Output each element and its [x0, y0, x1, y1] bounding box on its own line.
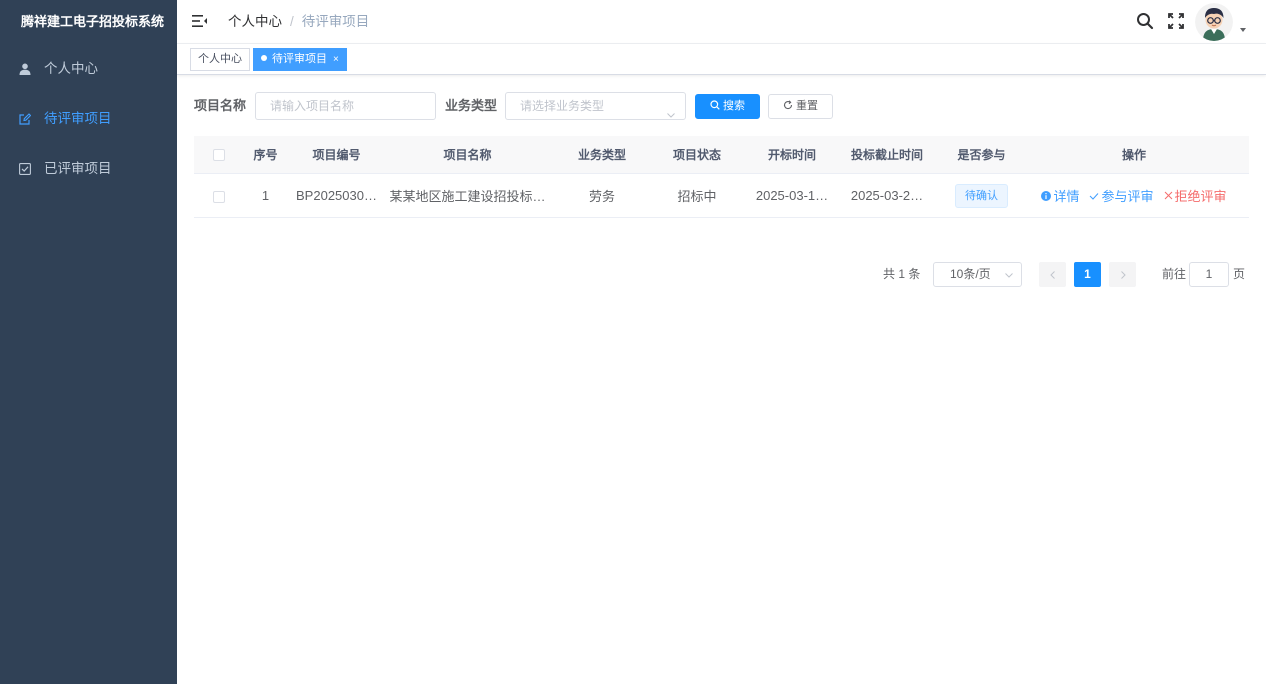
reject-review-link[interactable]: 拒绝评审 [1164, 186, 1227, 205]
info-icon [1041, 190, 1052, 201]
sidebar-item-label: 个人中心 [44, 61, 98, 76]
app-logo-title: 腾祥建工电子招投标系统 [21, 14, 165, 29]
chevron-left-icon [1049, 271, 1055, 279]
active-dot-icon [261, 55, 267, 61]
cell-participate: 待确认 [929, 183, 1034, 208]
detail-link[interactable]: 详情 [1041, 186, 1079, 205]
business-type-select[interactable]: 请选择业务类型 [505, 92, 686, 120]
join-review-label: 参与评审 [1101, 189, 1154, 204]
column-header: 项目状态 [672, 148, 721, 162]
column-header: 开标时间 [767, 148, 816, 162]
tags-view: 个人中心 待评审项目 × [177, 44, 1266, 75]
pagination-total: 共 1 条 [883, 267, 921, 281]
column-header: 投标截止时间 [850, 148, 923, 162]
select-all-checkbox[interactable] [213, 149, 225, 162]
table-row: 1 BP2025030… 某某地区施工建设招投标… 劳务 招标中 2025-03… [194, 174, 1249, 218]
cell-project-status: 招标中 [677, 189, 717, 204]
chevron-down-icon[interactable] [1240, 28, 1246, 32]
goto-label: 前往 [1162, 267, 1187, 281]
reject-review-label: 拒绝评审 [1174, 189, 1227, 204]
hamburger-icon[interactable] [192, 14, 208, 28]
page-size-value: 10条/页 [950, 267, 991, 281]
row-checkbox-cell [194, 188, 244, 203]
top-navbar: 个人中心 / 待评审项目 [177, 0, 1266, 44]
cell-deadline: 2025-03-2… [850, 188, 924, 203]
reset-button[interactable]: 重置 [768, 94, 833, 119]
column-header: 序号 [253, 148, 278, 162]
breadcrumb-separator: / [290, 14, 294, 29]
search-icon[interactable] [1135, 11, 1155, 31]
fullscreen-icon[interactable] [1167, 12, 1185, 30]
cell-business-type: 劳务 [588, 189, 615, 204]
chevron-down-icon [667, 102, 675, 118]
breadcrumb-item-current: 待评审项目 [301, 14, 370, 29]
tag-personal-center[interactable]: 个人中心 [190, 48, 250, 71]
page-number-button[interactable]: 1 [1074, 262, 1101, 287]
column-header: 项目编号 [312, 148, 361, 162]
sidebar-item-personal-center[interactable]: 个人中心 [0, 44, 177, 94]
chevron-down-icon [1005, 273, 1013, 278]
goto-page-input[interactable]: 1 [1189, 262, 1229, 287]
tag-label: 待评审项目 [272, 53, 327, 65]
business-type-label: 业务类型 [445, 98, 498, 113]
project-name-label: 项目名称 [194, 98, 247, 113]
refresh-icon [783, 100, 793, 110]
cell-project-code: BP2025030… [296, 188, 377, 203]
tag-label: 个人中心 [198, 53, 242, 65]
status-badge: 待确认 [955, 183, 1008, 208]
edit-icon [19, 113, 31, 125]
join-review-link[interactable]: 参与评审 [1089, 186, 1154, 205]
next-page-button[interactable] [1109, 262, 1136, 287]
tag-pending-review[interactable]: 待评审项目 × [253, 48, 347, 71]
chevron-right-icon [1120, 271, 1126, 279]
cell-actions: 详情 参与评审 拒绝评审 [1034, 186, 1234, 205]
reset-button-label: 重置 [796, 100, 818, 112]
table-header: 序号 项目编号 项目名称 业务类型 项目状态 开标时间 投标截止时间 是否参与 … [194, 136, 1249, 174]
sidebar-item-label: 已评审项目 [44, 161, 112, 176]
select-all-checkbox-cell [194, 148, 244, 162]
detail-label: 详情 [1053, 189, 1080, 204]
search-button[interactable]: 搜索 [695, 94, 760, 119]
row-checkbox[interactable] [213, 190, 225, 203]
user-icon [19, 63, 31, 75]
cell-project-name: 某某地区施工建设招投标… [389, 189, 546, 204]
page-size-select[interactable]: 10条/页 [933, 262, 1022, 287]
project-table: 序号 项目编号 项目名称 业务类型 项目状态 开标时间 投标截止时间 是否参与 … [194, 136, 1249, 218]
prev-page-button[interactable] [1039, 262, 1066, 287]
breadcrumb-item-personal-center[interactable]: 个人中心 [228, 0, 282, 44]
close-icon[interactable]: × [333, 54, 339, 65]
business-type-placeholder: 请选择业务类型 [520, 99, 605, 113]
project-name-input[interactable]: 请输入项目名称 [255, 92, 436, 120]
sidebar-item-label: 待评审项目 [44, 111, 112, 126]
column-header: 项目名称 [443, 148, 492, 162]
cell-open-time: 2025-03-1… [755, 188, 829, 203]
column-header: 业务类型 [577, 148, 626, 162]
column-header: 操作 [1121, 148, 1146, 162]
cell-index: 1 [261, 188, 270, 203]
close-icon [1164, 191, 1172, 200]
sidebar-item-pending-review[interactable]: 待评审项目 [0, 94, 177, 144]
page-suffix-label: 页 [1233, 267, 1246, 281]
avatar[interactable] [1195, 3, 1233, 41]
sidebar-item-reviewed[interactable]: 已评审项目 [0, 144, 177, 194]
search-button-label: 搜索 [723, 100, 745, 112]
checkbox-icon [19, 163, 31, 175]
sidebar: 腾祥建工电子招投标系统 个人中心 待评审项目 已评审项目 [0, 0, 177, 684]
search-icon [710, 100, 720, 110]
check-icon [1090, 192, 1099, 200]
breadcrumb: 个人中心 / 待评审项目 [228, 0, 369, 44]
column-header: 是否参与 [957, 148, 1006, 162]
